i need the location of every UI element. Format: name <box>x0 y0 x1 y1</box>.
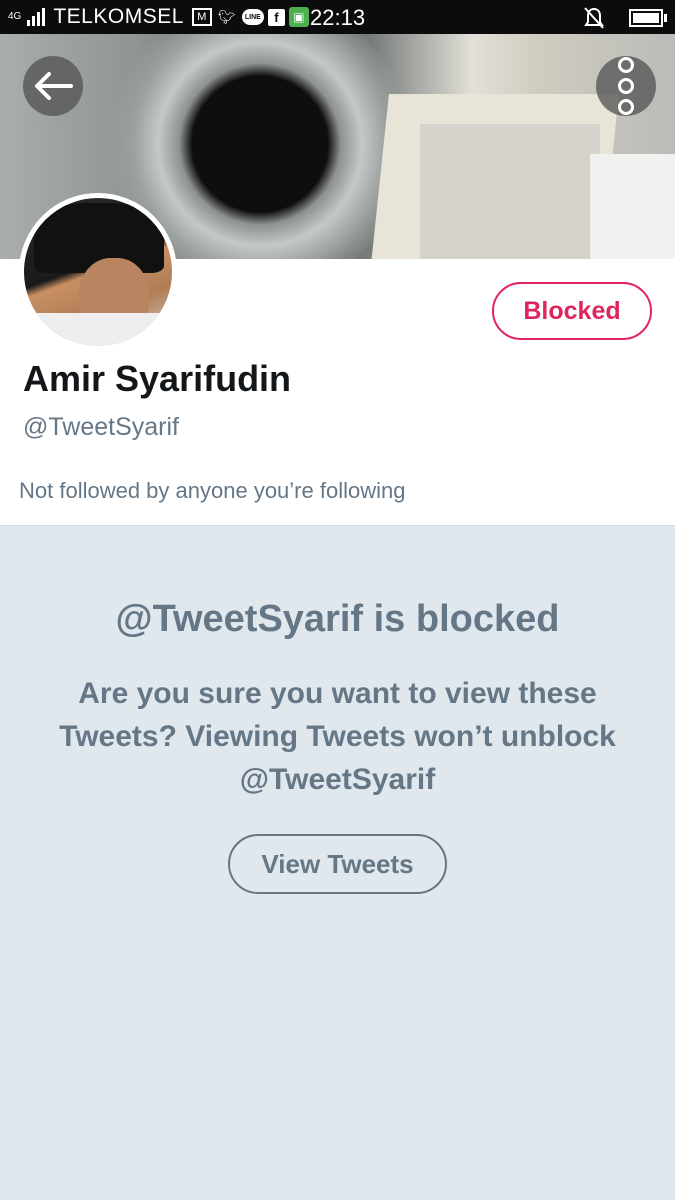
more-options-button[interactable] <box>596 56 656 116</box>
gmail-icon: M <box>191 8 212 26</box>
alarm-off-icon <box>584 7 604 29</box>
back-arrow-icon <box>35 72 73 100</box>
status-time: 22:13 <box>310 5 366 30</box>
blocked-button[interactable]: Blocked <box>492 282 652 340</box>
status-right <box>583 6 667 30</box>
signal-icon <box>27 8 46 26</box>
battery-icon <box>629 9 667 27</box>
followers-you-know: Not followed by anyone you’re following <box>19 478 406 503</box>
avatar-image-shape <box>24 313 172 346</box>
facebook-icon: f <box>267 8 285 26</box>
network-type: 4G <box>8 11 22 22</box>
banner-image-shape <box>590 154 675 259</box>
status-bar: 4G TELKOMSEL M 🐦︎ LINE f ▣ 22:13 <box>0 0 675 34</box>
line-icon: LINE <box>241 9 264 25</box>
blocked-message: Are you sure you want to view these Twee… <box>59 677 616 796</box>
blocked-title: @TweetSyarif is blocked <box>115 598 560 640</box>
twitter-icon: 🐦︎ <box>218 8 236 25</box>
carrier-name: TELKOMSEL <box>53 5 184 28</box>
banner-image-shape <box>420 124 600 259</box>
network-indicator: 4G <box>8 12 21 22</box>
more-options-icon <box>618 57 634 115</box>
android-icon: ▣ <box>288 7 309 27</box>
status-left: 4G TELKOMSEL M 🐦︎ LINE f ▣ <box>0 5 309 29</box>
profile-handle: @TweetSyarif <box>23 413 179 441</box>
profile-name: Amir Syarifudin <box>23 358 292 399</box>
avatar[interactable] <box>19 193 177 351</box>
view-tweets-button[interactable]: View Tweets <box>228 834 447 894</box>
back-button[interactable] <box>23 56 83 116</box>
